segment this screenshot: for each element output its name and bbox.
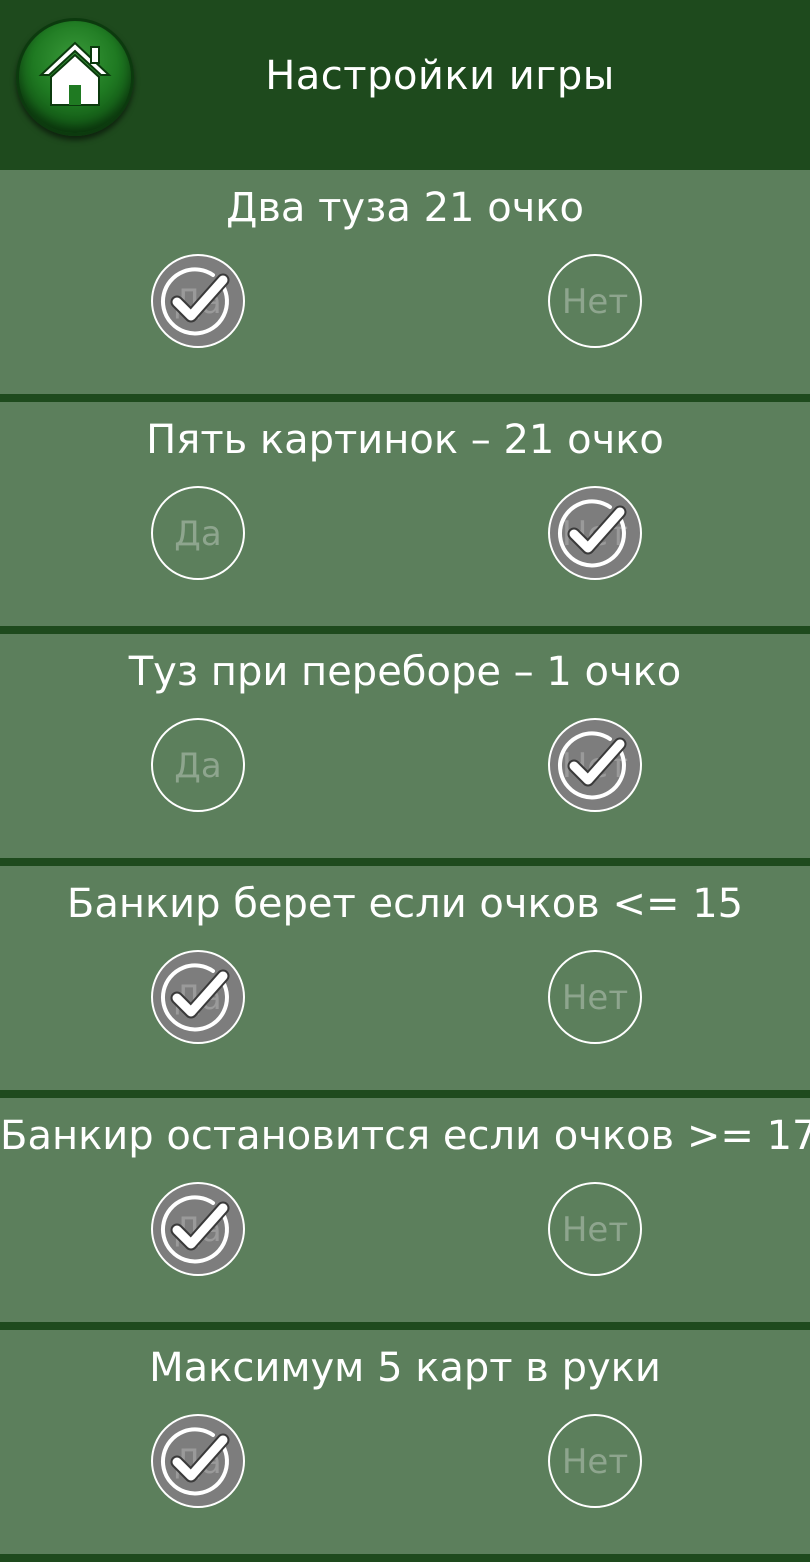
setting-row: Туз при переборе – 1 очко Да Нет <box>0 634 810 858</box>
option-yes[interactable]: Да <box>151 718 245 812</box>
checkmark-icon <box>160 267 230 336</box>
option-yes-label: Да <box>174 514 222 554</box>
option-yes[interactable]: Да <box>151 1414 245 1508</box>
checkmark-icon <box>557 499 627 568</box>
option-no-label: Нет <box>561 282 629 322</box>
setting-row: Банкир остановится если очков >= 17 Да Н… <box>0 1098 810 1322</box>
setting-row: Пять картинок – 21 очко Да Нет <box>0 402 810 626</box>
home-icon <box>38 41 112 106</box>
option-yes-label: Да <box>174 746 222 786</box>
setting-row: Банкир берет если очков <= 15 Да Нет <box>0 866 810 1090</box>
option-no[interactable]: Нет <box>548 1182 642 1276</box>
setting-label: Банкир остановится если очков >= 17 <box>0 1113 810 1159</box>
checkmark-icon <box>160 1195 230 1264</box>
option-no[interactable]: Нет <box>548 950 642 1044</box>
app-header: Настройки игры <box>0 0 810 170</box>
settings-list: Два туза 21 очко Да Нет Пять картинок – … <box>0 170 810 1562</box>
option-yes[interactable]: Да <box>151 950 245 1044</box>
option-no[interactable]: Нет <box>548 1414 642 1508</box>
checkmark-icon <box>557 731 627 800</box>
option-yes[interactable]: Да <box>151 1182 245 1276</box>
option-no-label: Нет <box>561 1210 629 1250</box>
option-no-label: Нет <box>561 978 629 1018</box>
setting-label: Банкир берет если очков <= 15 <box>66 881 744 927</box>
page-title: Настройки игры <box>265 53 615 99</box>
setting-row: Два туза 21 очко Да Нет <box>0 170 810 394</box>
option-no[interactable]: Нет <box>548 254 642 348</box>
option-yes[interactable]: Да <box>151 486 245 580</box>
option-no-label: Нет <box>561 1442 629 1482</box>
checkmark-icon <box>160 963 230 1032</box>
setting-row: Максимум 5 карт в руки Да Нет <box>0 1330 810 1554</box>
option-no[interactable]: Нет <box>548 718 642 812</box>
setting-label: Туз при переборе – 1 очко <box>128 649 682 695</box>
option-yes[interactable]: Да <box>151 254 245 348</box>
option-no[interactable]: Нет <box>548 486 642 580</box>
setting-label: Два туза 21 очко <box>226 185 584 231</box>
checkmark-icon <box>160 1427 230 1496</box>
setting-label: Пять картинок – 21 очко <box>146 417 664 463</box>
home-button[interactable] <box>16 18 134 136</box>
setting-label: Максимум 5 карт в руки <box>149 1345 661 1391</box>
